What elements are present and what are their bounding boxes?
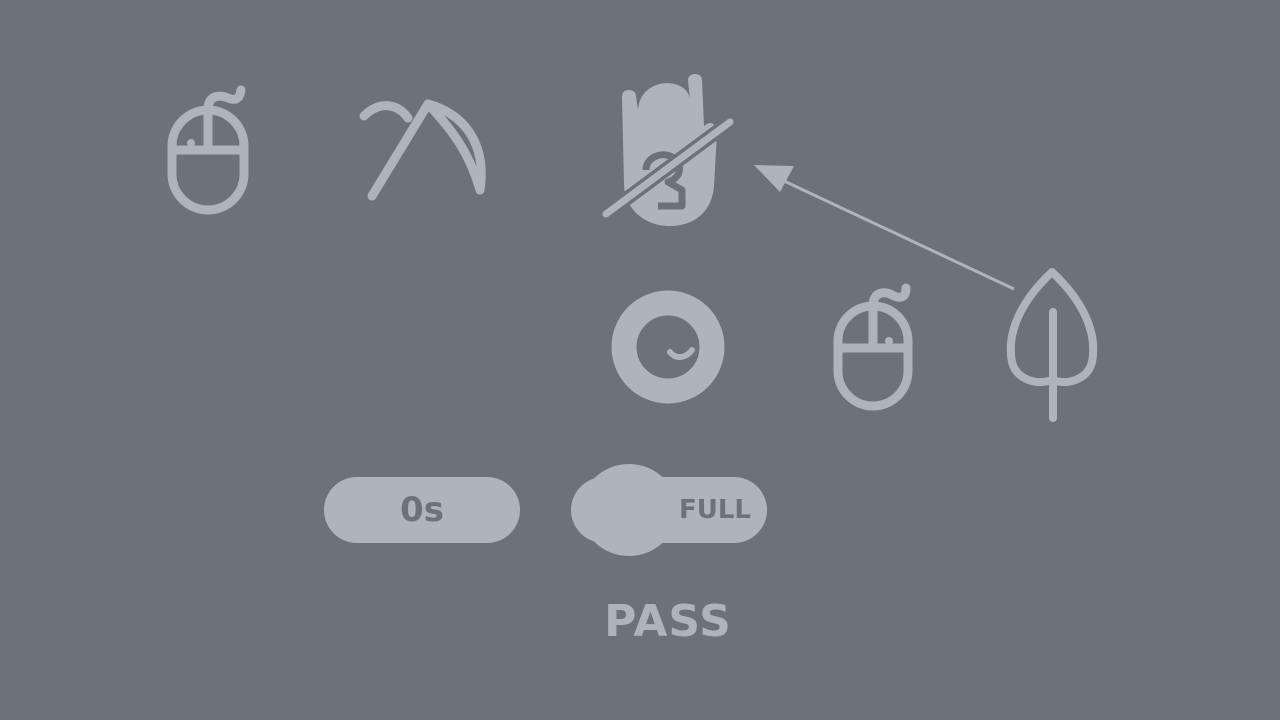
scythe-icon[interactable] — [359, 99, 486, 201]
mode-toggle-label: FULL — [678, 495, 751, 525]
timer-button[interactable]: 0s — [324, 477, 520, 543]
mode-toggle[interactable]: FULL — [571, 464, 767, 556]
arrow-icon — [754, 165, 1015, 291]
mouse-icon[interactable] — [167, 85, 249, 215]
circle-smile-icon[interactable] — [611, 290, 725, 404]
hand-off-icon[interactable] — [599, 74, 737, 226]
timer-value: 0s — [400, 490, 444, 530]
result-text: PASS — [604, 596, 732, 647]
toggle-knob[interactable] — [581, 464, 677, 556]
leaf-icon[interactable] — [1006, 268, 1098, 422]
mouse-icon[interactable] — [833, 283, 913, 411]
